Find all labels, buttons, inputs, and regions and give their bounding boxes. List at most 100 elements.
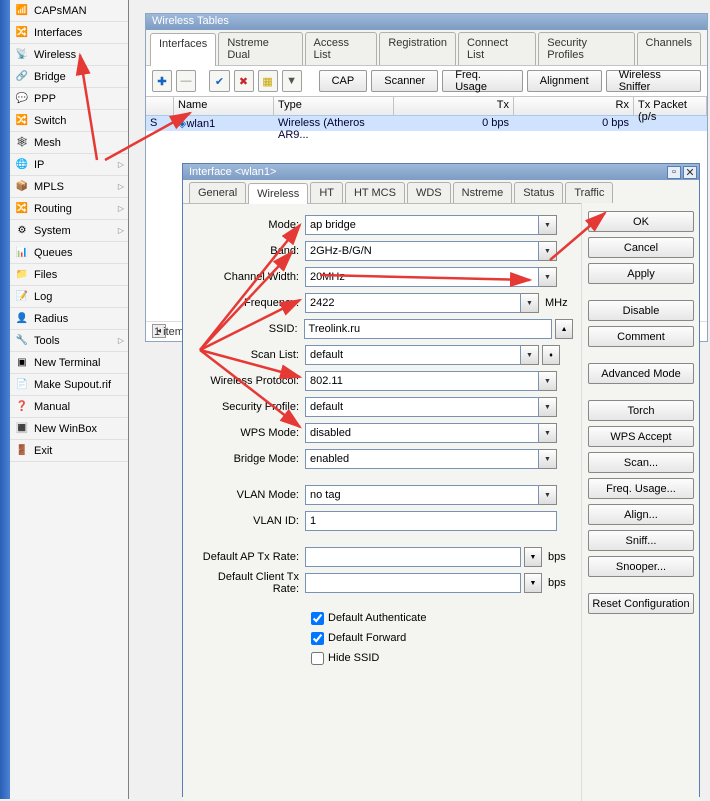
vlan-mode-dropdown[interactable]: ▼	[539, 485, 557, 505]
tab-status[interactable]: Status	[514, 182, 563, 203]
band-field[interactable]: 2GHz-B/G/N	[305, 241, 539, 261]
scan-list-dropdown[interactable]: ▼	[521, 345, 539, 365]
frequency-field[interactable]: 2422	[305, 293, 521, 313]
sidebar-item-bridge[interactable]: Bridge	[10, 66, 128, 88]
sidebar-item-switch[interactable]: Switch	[10, 110, 128, 132]
vlan-id-field[interactable]: 1	[305, 511, 557, 531]
hide-ssid-checkbox[interactable]	[311, 652, 324, 665]
sidebar-item-manual[interactable]: Manual	[10, 396, 128, 418]
default-forward-checkbox[interactable]	[311, 632, 324, 645]
sidebar-item-ppp[interactable]: PPP	[10, 88, 128, 110]
tab-channels[interactable]: Channels	[637, 32, 701, 65]
tab-htmcs[interactable]: HT MCS	[345, 182, 405, 203]
sidebar-item-terminal[interactable]: New Terminal	[10, 352, 128, 374]
tab-nstreme[interactable]: Nstreme	[453, 182, 513, 203]
band-dropdown[interactable]: ▼	[539, 241, 557, 261]
ok-button[interactable]: OK	[588, 211, 694, 232]
cap-button[interactable]: CAP	[319, 70, 368, 92]
ssid-up-button[interactable]: ▲	[555, 319, 573, 339]
wireless-protocol-field[interactable]: 802.11	[305, 371, 539, 391]
tab-access-list[interactable]: Access List	[305, 32, 378, 65]
add-button[interactable]: ✚	[152, 70, 172, 92]
sidebar-item-tools[interactable]: Tools▷	[10, 330, 128, 352]
col-txpacket[interactable]: Tx Packet (p/s	[634, 97, 707, 115]
freq-usage-button[interactable]: Freq. Usage...	[588, 478, 694, 499]
tab-registration[interactable]: Registration	[379, 32, 456, 65]
filter-button[interactable]: ▼	[282, 70, 302, 92]
scanner-button[interactable]: Scanner	[371, 70, 438, 92]
tab-traffic[interactable]: Traffic	[565, 182, 613, 203]
bridge-mode-dropdown[interactable]: ▼	[539, 449, 557, 469]
tab-wireless[interactable]: Wireless	[248, 183, 308, 204]
apply-button[interactable]: Apply	[588, 263, 694, 284]
torch-button[interactable]: Torch	[588, 400, 694, 421]
wireless-sniffer-button[interactable]: Wireless Sniffer	[606, 70, 701, 92]
col-tx[interactable]: Tx	[394, 97, 514, 115]
security-profile-dropdown[interactable]: ▼	[539, 397, 557, 417]
channel-width-field[interactable]: 20MHz	[305, 267, 539, 287]
sidebar-item-supout[interactable]: Make Supout.rif	[10, 374, 128, 396]
cancel-button[interactable]: Cancel	[588, 237, 694, 258]
channel-width-dropdown[interactable]: ▼	[539, 267, 557, 287]
grid-row[interactable]: S ◈wlan1 Wireless (Atheros AR9... 0 bps …	[146, 115, 707, 131]
def-client-tx-field[interactable]	[305, 573, 521, 593]
advanced-mode-button[interactable]: Advanced Mode	[588, 363, 694, 384]
bridge-mode-field[interactable]: enabled	[305, 449, 539, 469]
mode-field[interactable]: ap bridge	[305, 215, 539, 235]
tab-connect-list[interactable]: Connect List	[458, 32, 536, 65]
close-button[interactable]: ✕	[683, 166, 697, 179]
vlan-mode-field[interactable]: no tag	[305, 485, 539, 505]
sidebar-item-system[interactable]: System▷	[10, 220, 128, 242]
scan-list-field[interactable]: default	[305, 345, 521, 365]
minimize-button[interactable]: ▫	[667, 166, 681, 179]
freq-usage-button[interactable]: Freq. Usage	[442, 70, 523, 92]
wps-mode-dropdown[interactable]: ▼	[539, 423, 557, 443]
wireless-protocol-dropdown[interactable]: ▼	[539, 371, 557, 391]
tab-interfaces[interactable]: Interfaces	[150, 33, 216, 66]
sidebar-item-queues[interactable]: Queues	[10, 242, 128, 264]
remove-button[interactable]: —	[176, 70, 196, 92]
ssid-field[interactable]: Treolink.ru	[304, 319, 553, 339]
alignment-button[interactable]: Alignment	[527, 70, 602, 92]
sidebar-item-log[interactable]: Log	[10, 286, 128, 308]
hide-ssid-row[interactable]: Hide SSID	[311, 648, 573, 668]
dialog-titlebar[interactable]: Interface <wlan1> ▫ ✕	[183, 164, 699, 180]
sidebar-item-mpls[interactable]: MPLS▷	[10, 176, 128, 198]
col-flag[interactable]	[146, 97, 174, 115]
frequency-dropdown[interactable]: ▼	[521, 293, 539, 313]
sidebar-item-routing[interactable]: Routing▷	[10, 198, 128, 220]
tab-wds[interactable]: WDS	[407, 182, 451, 203]
wps-accept-button[interactable]: WPS Accept	[588, 426, 694, 447]
default-forward-row[interactable]: Default Forward	[311, 628, 573, 648]
tab-security-profiles[interactable]: Security Profiles	[538, 32, 634, 65]
align-button[interactable]: Align...	[588, 504, 694, 525]
sidebar-item-interfaces[interactable]: Interfaces	[10, 22, 128, 44]
col-type[interactable]: Type	[274, 97, 394, 115]
tab-ht[interactable]: HT	[310, 182, 343, 203]
comment-button[interactable]: Comment	[588, 326, 694, 347]
scan-button[interactable]: Scan...	[588, 452, 694, 473]
def-client-tx-down[interactable]: ▼	[524, 573, 542, 593]
mode-dropdown[interactable]: ▼	[539, 215, 557, 235]
def-ap-tx-field[interactable]	[305, 547, 521, 567]
security-profile-field[interactable]: default	[305, 397, 539, 417]
comment-button[interactable]: ▦	[258, 70, 278, 92]
sniff-button[interactable]: Sniff...	[588, 530, 694, 551]
enable-button[interactable]: ✔	[209, 70, 229, 92]
tab-nstreme-dual[interactable]: Nstreme Dual	[218, 32, 302, 65]
sidebar-item-exit[interactable]: Exit	[10, 440, 128, 462]
sidebar-item-winbox[interactable]: New WinBox	[10, 418, 128, 440]
default-authenticate-checkbox[interactable]	[311, 612, 324, 625]
sidebar-item-ip[interactable]: IP▷	[10, 154, 128, 176]
sidebar-item-capsman[interactable]: CAPsMAN	[10, 0, 128, 22]
default-authenticate-row[interactable]: Default Authenticate	[311, 608, 573, 628]
sidebar-item-wireless[interactable]: Wireless	[10, 44, 128, 66]
col-rx[interactable]: Rx	[514, 97, 634, 115]
sidebar-item-radius[interactable]: Radius	[10, 308, 128, 330]
tab-general[interactable]: General	[189, 182, 246, 203]
scan-list-extra[interactable]: ♦	[542, 345, 560, 365]
sidebar-item-mesh[interactable]: Mesh	[10, 132, 128, 154]
disable-button[interactable]: Disable	[588, 300, 694, 321]
col-name[interactable]: Name	[174, 97, 274, 115]
window-title[interactable]: Wireless Tables	[146, 14, 707, 30]
